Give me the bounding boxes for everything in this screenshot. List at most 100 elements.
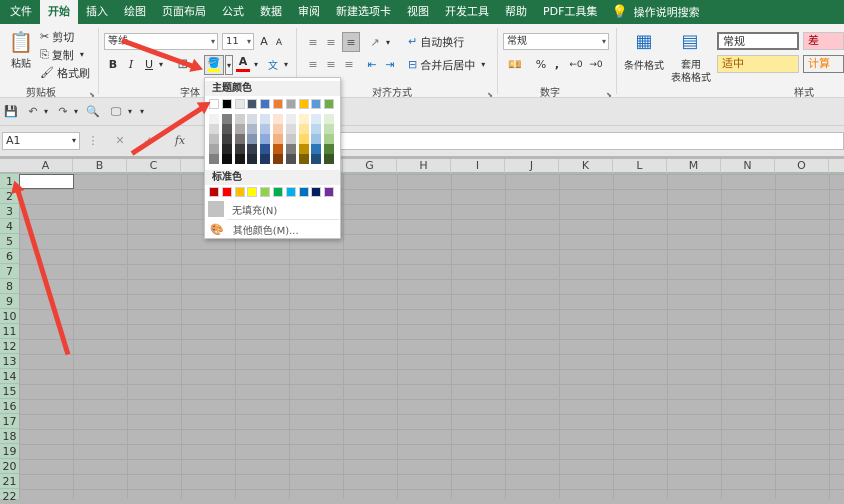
- row-header-17[interactable]: 17: [0, 414, 19, 429]
- screen-icon[interactable]: 🖵: [108, 103, 124, 120]
- fill-color-button[interactable]: 🪣: [204, 55, 224, 75]
- align-top-icon[interactable]: ≡: [306, 34, 320, 51]
- menu-tab-12[interactable]: PDF工具集: [535, 0, 605, 24]
- standard-color-swatch[interactable]: [247, 187, 258, 197]
- menu-tab-10[interactable]: 开发工具: [437, 0, 497, 24]
- row-header-15[interactable]: 15: [0, 384, 19, 399]
- paste-button[interactable]: 粘贴: [6, 54, 36, 71]
- theme-shade-swatch[interactable]: [247, 144, 258, 154]
- increase-decimal-icon[interactable]: ←0: [568, 56, 584, 73]
- theme-shade-swatch[interactable]: [209, 124, 219, 134]
- cell-grid[interactable]: [19, 174, 844, 499]
- underline-button[interactable]: U: [142, 56, 156, 73]
- row-header-20[interactable]: 20: [0, 459, 19, 474]
- column-header-I[interactable]: I: [451, 159, 505, 173]
- menu-tab-2[interactable]: 插入: [78, 0, 116, 24]
- style-neutral[interactable]: 适中: [717, 55, 799, 73]
- theme-shade-swatch[interactable]: [260, 124, 271, 134]
- menu-tab-8[interactable]: 新建选项卡: [328, 0, 399, 24]
- currency-icon[interactable]: 💴: [504, 56, 526, 73]
- row-header-18[interactable]: 18: [0, 429, 19, 444]
- row-header-16[interactable]: 16: [0, 399, 19, 414]
- theme-shade-swatch[interactable]: [260, 144, 271, 154]
- redo-icon[interactable]: ↷: [56, 103, 70, 120]
- theme-shade-swatch[interactable]: [209, 114, 219, 124]
- column-header-N[interactable]: N: [721, 159, 775, 173]
- theme-shade-swatch[interactable]: [273, 144, 283, 154]
- row-header-22[interactable]: 22: [0, 489, 19, 504]
- theme-shade-swatch[interactable]: [298, 134, 309, 144]
- number-format-combo[interactable]: 常规 ▾: [503, 33, 609, 50]
- chevron-down-icon[interactable]: ▾: [126, 103, 134, 120]
- theme-shade-swatch[interactable]: [273, 154, 283, 164]
- column-header-J[interactable]: J: [505, 159, 559, 173]
- menu-tab-1[interactable]: 开始: [40, 0, 78, 24]
- font-size-combo[interactable]: 11 ▾: [222, 33, 254, 50]
- percent-button[interactable]: %: [536, 56, 546, 73]
- save-icon[interactable]: 💾: [4, 103, 18, 120]
- theme-shade-swatch[interactable]: [311, 114, 322, 124]
- theme-shade-swatch[interactable]: [221, 144, 232, 154]
- theme-shade-swatch[interactable]: [273, 134, 283, 144]
- theme-shade-swatch[interactable]: [234, 134, 245, 144]
- theme-shade-swatch[interactable]: [260, 154, 271, 164]
- chevron-down-icon[interactable]: ▾: [42, 103, 50, 120]
- theme-shade-swatch[interactable]: [324, 154, 335, 164]
- theme-shade-swatch[interactable]: [234, 144, 245, 154]
- align-right-icon[interactable]: ≡: [342, 56, 356, 73]
- theme-shade-swatch[interactable]: [221, 154, 232, 164]
- column-header-A[interactable]: A: [19, 159, 73, 173]
- grow-font-button[interactable]: A: [257, 33, 271, 50]
- bold-button[interactable]: B: [106, 56, 120, 73]
- row-header-13[interactable]: 13: [0, 354, 19, 369]
- chevron-down-icon[interactable]: ▾: [384, 34, 392, 51]
- standard-color-swatch[interactable]: [234, 187, 245, 197]
- cut-button[interactable]: ✂ 剪切: [40, 28, 80, 45]
- row-header-14[interactable]: 14: [0, 369, 19, 384]
- standard-color-swatch[interactable]: [285, 187, 296, 197]
- theme-shade-swatch[interactable]: [247, 154, 258, 164]
- menu-tab-7[interactable]: 审阅: [290, 0, 328, 24]
- insert-function-button[interactable]: fx: [170, 132, 190, 149]
- theme-shade-swatch[interactable]: [260, 134, 271, 144]
- active-cell-a1[interactable]: [19, 174, 74, 189]
- theme-shade-swatch[interactable]: [285, 144, 296, 154]
- standard-color-swatch[interactable]: [273, 187, 283, 197]
- theme-shade-swatch[interactable]: [221, 114, 232, 124]
- row-header-5[interactable]: 5: [0, 234, 19, 249]
- theme-shade-swatch[interactable]: [285, 134, 296, 144]
- wrap-text-button[interactable]: ↵ 自动换行: [408, 33, 468, 50]
- decrease-indent-icon[interactable]: ⇤: [364, 56, 380, 73]
- style-bad[interactable]: 差: [803, 32, 844, 50]
- theme-shade-swatch[interactable]: [324, 134, 335, 144]
- align-middle-icon[interactable]: ≡: [324, 34, 338, 51]
- undo-icon[interactable]: ↶: [26, 103, 40, 120]
- format-painter-button[interactable]: 🖌 格式刷: [40, 64, 90, 81]
- shrink-font-button[interactable]: A: [273, 34, 285, 51]
- menu-tab-0[interactable]: 文件: [2, 0, 40, 24]
- decrease-decimal-icon[interactable]: →0: [588, 56, 604, 73]
- row-header-10[interactable]: 10: [0, 309, 19, 324]
- theme-shade-swatch[interactable]: [234, 114, 245, 124]
- theme-shade-swatch[interactable]: [311, 154, 322, 164]
- standard-color-swatch[interactable]: [209, 187, 219, 197]
- increase-indent-icon[interactable]: ⇥: [382, 56, 398, 73]
- menu-tab-5[interactable]: 公式: [214, 0, 252, 24]
- theme-shade-swatch[interactable]: [298, 124, 309, 134]
- standard-color-swatch[interactable]: [311, 187, 322, 197]
- theme-shade-swatch[interactable]: [298, 154, 309, 164]
- column-header-H[interactable]: H: [397, 159, 451, 173]
- theme-shade-swatch[interactable]: [324, 114, 335, 124]
- italic-button[interactable]: I: [124, 56, 138, 73]
- menu-tab-6[interactable]: 数据: [252, 0, 290, 24]
- row-header-4[interactable]: 4: [0, 219, 19, 234]
- theme-shade-swatch[interactable]: [311, 134, 322, 144]
- theme-color-swatch[interactable]: [298, 99, 309, 109]
- name-box[interactable]: A1 ▾: [2, 132, 80, 150]
- menu-tab-9[interactable]: 视图: [399, 0, 437, 24]
- column-header-O[interactable]: O: [775, 159, 829, 173]
- row-header-6[interactable]: 6: [0, 249, 19, 264]
- print-preview-icon[interactable]: 🔍: [86, 103, 100, 120]
- column-header-G[interactable]: G: [343, 159, 397, 173]
- theme-shade-swatch[interactable]: [311, 144, 322, 154]
